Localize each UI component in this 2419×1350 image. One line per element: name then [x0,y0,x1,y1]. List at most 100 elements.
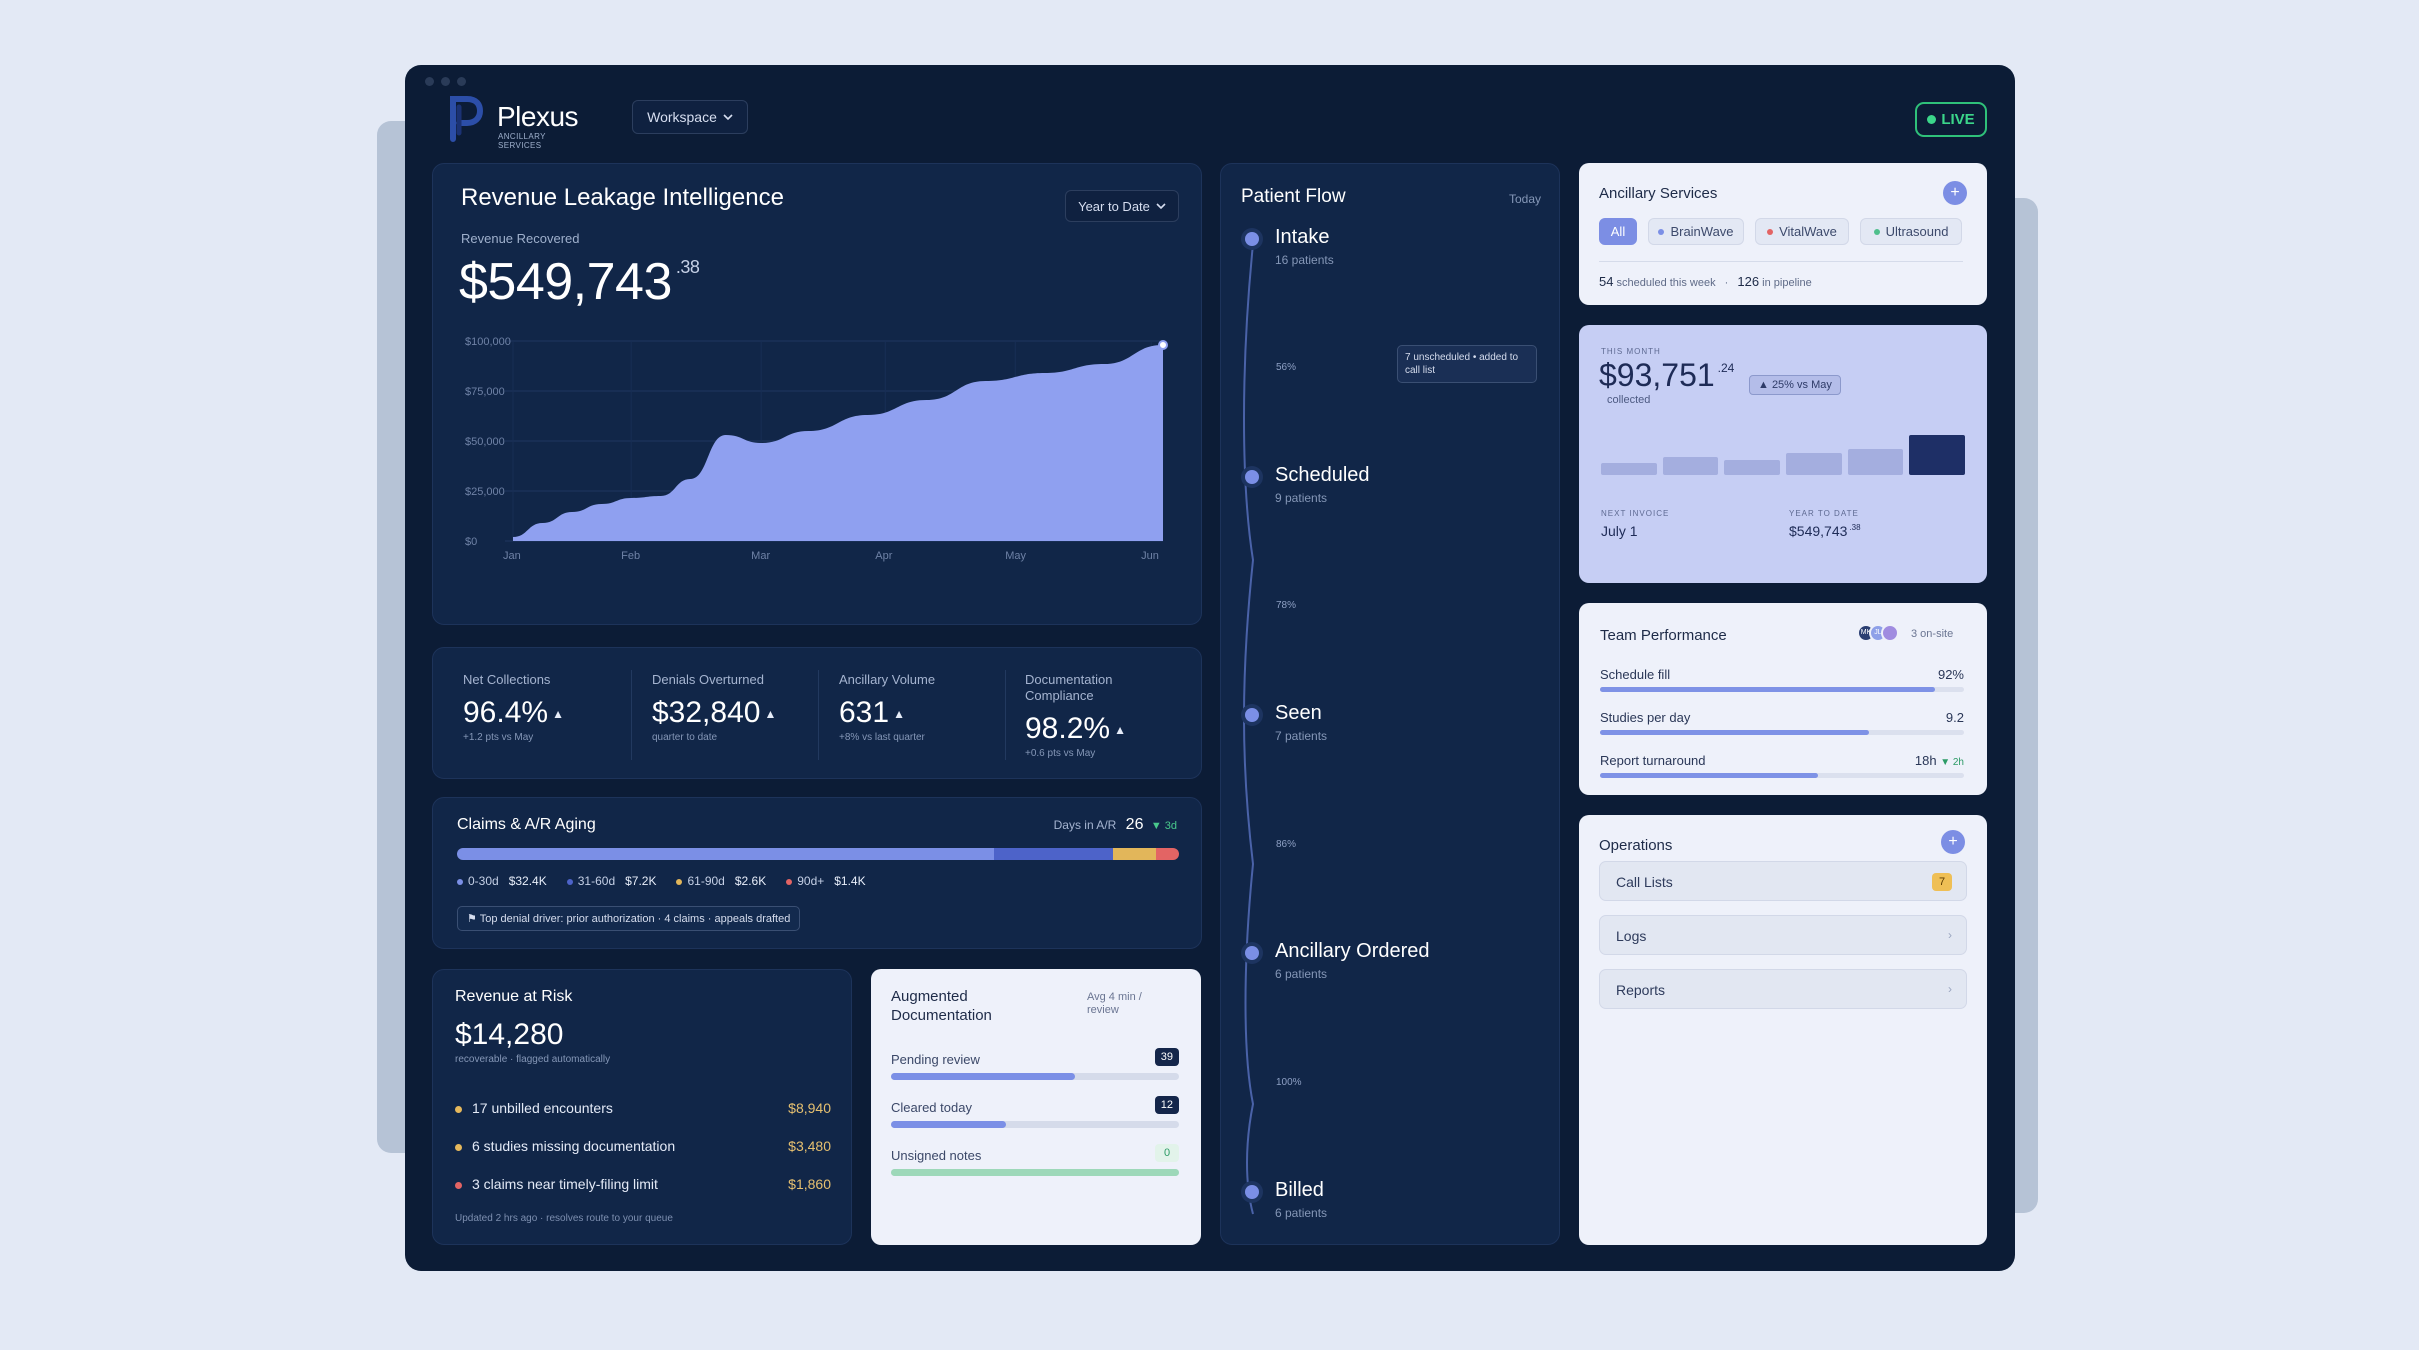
risk-title: Revenue at Risk [455,988,573,1005]
ops-logs[interactable]: Logs › [1599,915,1967,955]
next-invoice-value: July 1 [1601,523,1638,539]
docs-avg: Avg 4 min / review [1087,991,1142,1016]
progress-fill [891,1073,1075,1080]
brand-logo: Plexus ANCILLARY SERVICES [447,93,587,150]
aging-segment[interactable] [1112,848,1156,860]
window-controls [425,77,466,86]
chevron-down-icon [723,114,733,121]
ancillary-services-panel: Ancillary Services + All BrainWave Vital… [1579,163,1987,305]
revenue-area-chart: $100,000 $75,000 $50,000 $25,000 $0 Jan Feb Mar… [465,336,1168,562]
augmented-docs-panel: Augmented Documentation Avg 4 min / revi… [871,969,1201,1245]
call-list-count-badge: 7 [1932,873,1952,891]
claims-title: Claims & A/R Aging [457,816,596,833]
ultrasound-dot-icon [1873,228,1880,235]
docs-title: Augmented Documentation [891,988,992,1024]
kpi-denials-overturned: Denials Overturned $32,840 ▲ quarter to d… [652,648,822,778]
add-service-button[interactable]: + [1943,181,1967,205]
stage-dot-icon [1245,1185,1259,1199]
legend-item: 0-30d $32.4K [457,874,547,888]
revenue-leakage-panel: Revenue Leakage Intelligence Year to Dat… [432,163,1202,625]
month-bar [1909,435,1965,475]
trend-up-icon: ▲ [1114,723,1126,738]
add-operation-button[interactable]: + [1941,830,1965,854]
month-collected: collected [1607,394,1651,406]
kpi-sub: +1.2 pts vs May [463,732,534,743]
days-in-ar: Days in A/R 26 ▼ 3d [1054,816,1177,834]
kpi-value: 631 ▲ [839,696,905,729]
kpi-sub: +8% vs last quarter [839,732,925,743]
doc-row-cleared[interactable]: Cleared today 12 [891,1096,1179,1128]
workspace-dropdown[interactable]: Workspace [632,100,748,134]
month-bar [1662,457,1719,475]
legend-swatch-icon [786,878,793,885]
month-bar [1601,463,1657,475]
kpi-documentation-compliance: Documentation Compliance 98.2% ▲ +0.6 pts… [1025,648,1145,778]
plexus-logo-icon [450,96,483,142]
status-dot-icon [455,1181,462,1189]
stage-dot-icon [1245,470,1259,484]
range-dropdown[interactable]: Year to Date [1065,190,1179,222]
month-bar [1847,449,1904,475]
recovered-value: $549,743 [459,253,672,311]
days-delta: ▼ 3d [1150,820,1177,832]
team-performance-panel: Team Performance MK JL 3 on-site Schedul… [1579,603,1987,795]
ops-call-lists[interactable]: Call Lists 7 [1599,861,1967,901]
kpi-label: Denials Overturned [652,672,764,687]
legend-item: 31-60d $7.2K [566,874,656,888]
vitalwave-dot-icon [1767,228,1774,235]
doc-row-pending[interactable]: Pending review 39 [891,1048,1179,1080]
month-bar-sparkline [1601,435,1965,475]
kpi-net-collections: Net Collections 96.4% ▲ +1.2 pts vs May [463,648,633,778]
ops-title: Operations [1599,837,1673,854]
team-onsite: 3 on-site [1911,628,1954,640]
risk-item-timely-filing[interactable]: 3 claims near timely-filing limit $1,860 [455,1176,831,1192]
aging-stacked-bar [457,848,1179,860]
risk-value: $14,280 [455,1018,564,1051]
x-tick-label: Mar [751,550,770,562]
x-tick-label: Jun [1141,550,1159,562]
latest-point-marker[interactable] [1158,340,1168,350]
perf-row-report-turnaround: Report turnaround 18h ▼ 2h [1600,753,1964,778]
denial-driver-note[interactable]: ⚑ Top denial driver: prior authorization… [457,906,801,931]
chip-vitalwave[interactable]: VitalWave [1755,218,1849,245]
x-tick-label: Apr [875,550,892,562]
stage-dot-icon [1245,946,1259,960]
days-label: Days in A/R [1053,818,1117,832]
kpi-divider [818,670,819,760]
status-dot-icon [455,1143,462,1151]
this-month-panel: THIS MONTH $93,751.24 collected ▲ 25% vs… [1579,325,1987,583]
kpi-value: 98.2% ▲ [1025,712,1126,745]
doc-row-unsigned[interactable]: Unsigned notes 0 [891,1144,1179,1176]
chip-ultrasound[interactable]: Ultrasound [1860,218,1962,245]
next-invoice-label: NEXT INVOICE [1601,509,1670,518]
kpi-value: 96.4% ▲ [463,696,564,729]
ops-reports[interactable]: Reports › [1599,969,1967,1009]
stage-dot-icon [1245,708,1259,722]
risk-footer: Updated 2 hrs ago · resolves route to yo… [455,1213,673,1224]
chip-brainwave[interactable]: BrainWave [1648,218,1744,245]
status-dot-icon [455,1105,462,1113]
aging-segment[interactable] [457,848,994,860]
trend-up-icon: ▲ [893,707,905,722]
progress-fill [891,1169,1179,1176]
chip-all[interactable]: All [1599,218,1637,245]
legend-swatch-icon [676,878,683,885]
kpi-value: $32,840 ▲ [652,696,777,729]
kpi-divider [631,670,632,760]
month-eyebrow: THIS MONTH [1601,347,1661,356]
kpi-label: Documentation Compliance [1025,672,1113,703]
flow-conversion: 78% [1276,600,1297,611]
risk-item-missing-docs[interactable]: 6 studies missing documentation $3,480 [455,1138,831,1154]
risk-item-unbilled[interactable]: 17 unbilled encounters $8,940 [455,1100,831,1116]
aging-legend: 0-30d $32.4K 31-60d $7.2K 61-90d $2.6K 90d+ $1.… [457,874,866,888]
avatar[interactable] [1881,624,1899,642]
aging-segment[interactable] [993,848,1113,860]
chevron-down-icon [1156,203,1166,210]
operations-panel: Operations + Call Lists 7 Logs › Reports › [1579,815,1987,1245]
y-tick-label: $25,000 [465,486,505,498]
aging-segment[interactable] [1155,848,1179,860]
kpi-label: Net Collections [463,672,551,687]
x-tick-label: Feb [621,550,640,562]
y-tick-label: $0 [465,536,477,548]
claims-aging-panel: Claims & A/R Aging Days in A/R 26 ▼ 3d 0… [432,797,1202,949]
